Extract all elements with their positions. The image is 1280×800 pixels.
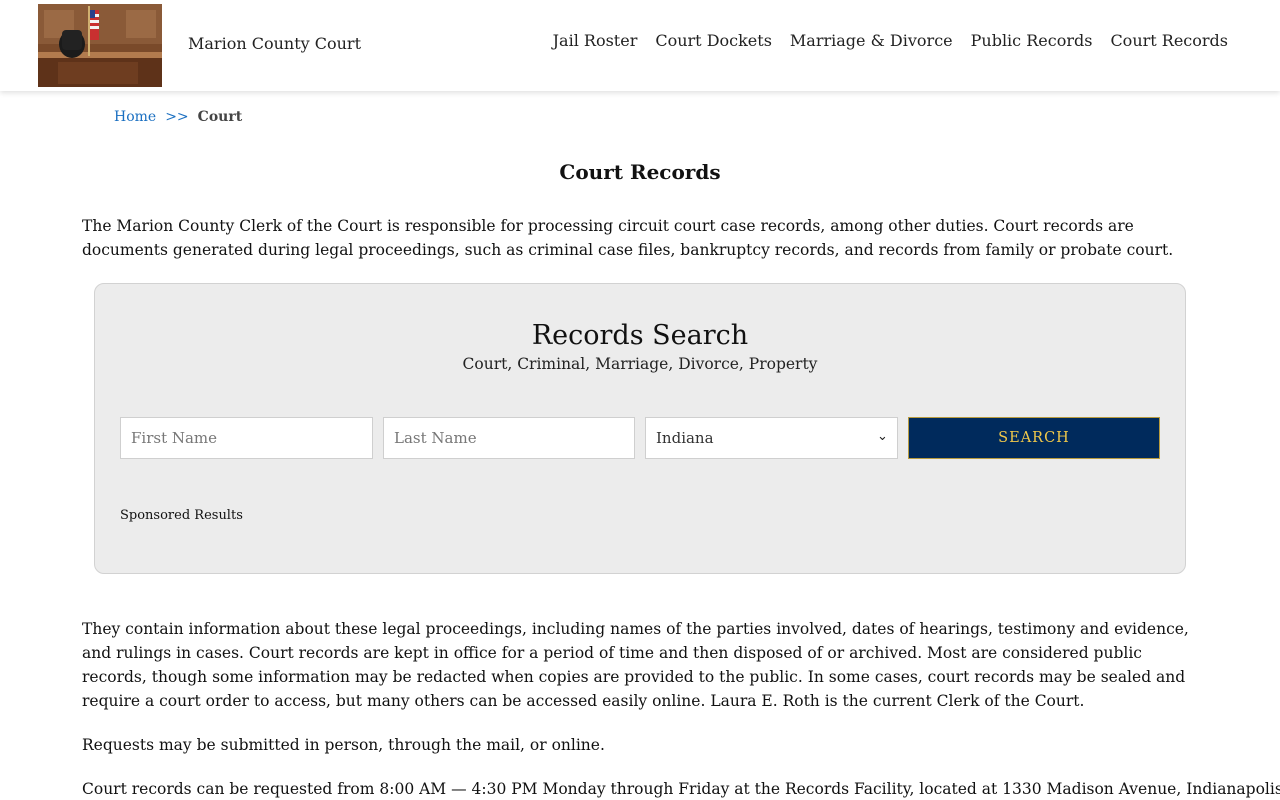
breadcrumb-home-link[interactable]: Home <box>114 109 156 125</box>
main-nav: Jail Roster Court Dockets Marriage & Div… <box>553 31 1228 50</box>
nav-court-dockets[interactable]: Court Dockets <box>655 31 772 50</box>
records-search-panel: Records Search Court, Criminal, Marriage… <box>94 283 1186 574</box>
nav-marriage-divorce[interactable]: Marriage & Divorce <box>790 31 953 50</box>
courtroom-logo-image[interactable] <box>38 4 162 87</box>
sponsored-results-label: Sponsored Results <box>120 508 243 523</box>
site-title[interactable]: Marion County Court <box>188 34 361 53</box>
hours-location-paragraph: Court records can be requested from 8:00… <box>82 780 1280 798</box>
court-records-info-paragraph: They contain information about these leg… <box>82 620 1189 710</box>
search-subtitle: Court, Criminal, Marriage, Divorce, Prop… <box>462 355 818 373</box>
breadcrumb-separator: >> <box>165 109 189 125</box>
state-select[interactable]: Indiana <box>645 417 898 459</box>
intro-paragraph: The Marion County Clerk of the Court is … <box>82 217 1174 259</box>
nav-court-records[interactable]: Court Records <box>1110 31 1228 50</box>
nav-public-records[interactable]: Public Records <box>971 31 1093 50</box>
breadcrumb: Home >> Court <box>114 109 242 125</box>
page-title: Court Records <box>559 160 721 184</box>
search-button[interactable]: SEARCH <box>908 417 1160 459</box>
requests-paragraph: Requests may be submitted in person, thr… <box>82 736 605 754</box>
breadcrumb-current: Court <box>197 109 243 125</box>
last-name-input[interactable] <box>383 417 635 459</box>
site-header: Marion County Court Jail Roster Court Do… <box>0 0 1280 91</box>
first-name-input[interactable] <box>120 417 373 459</box>
nav-jail-roster[interactable]: Jail Roster <box>553 31 638 50</box>
search-title: Records Search <box>531 320 749 351</box>
